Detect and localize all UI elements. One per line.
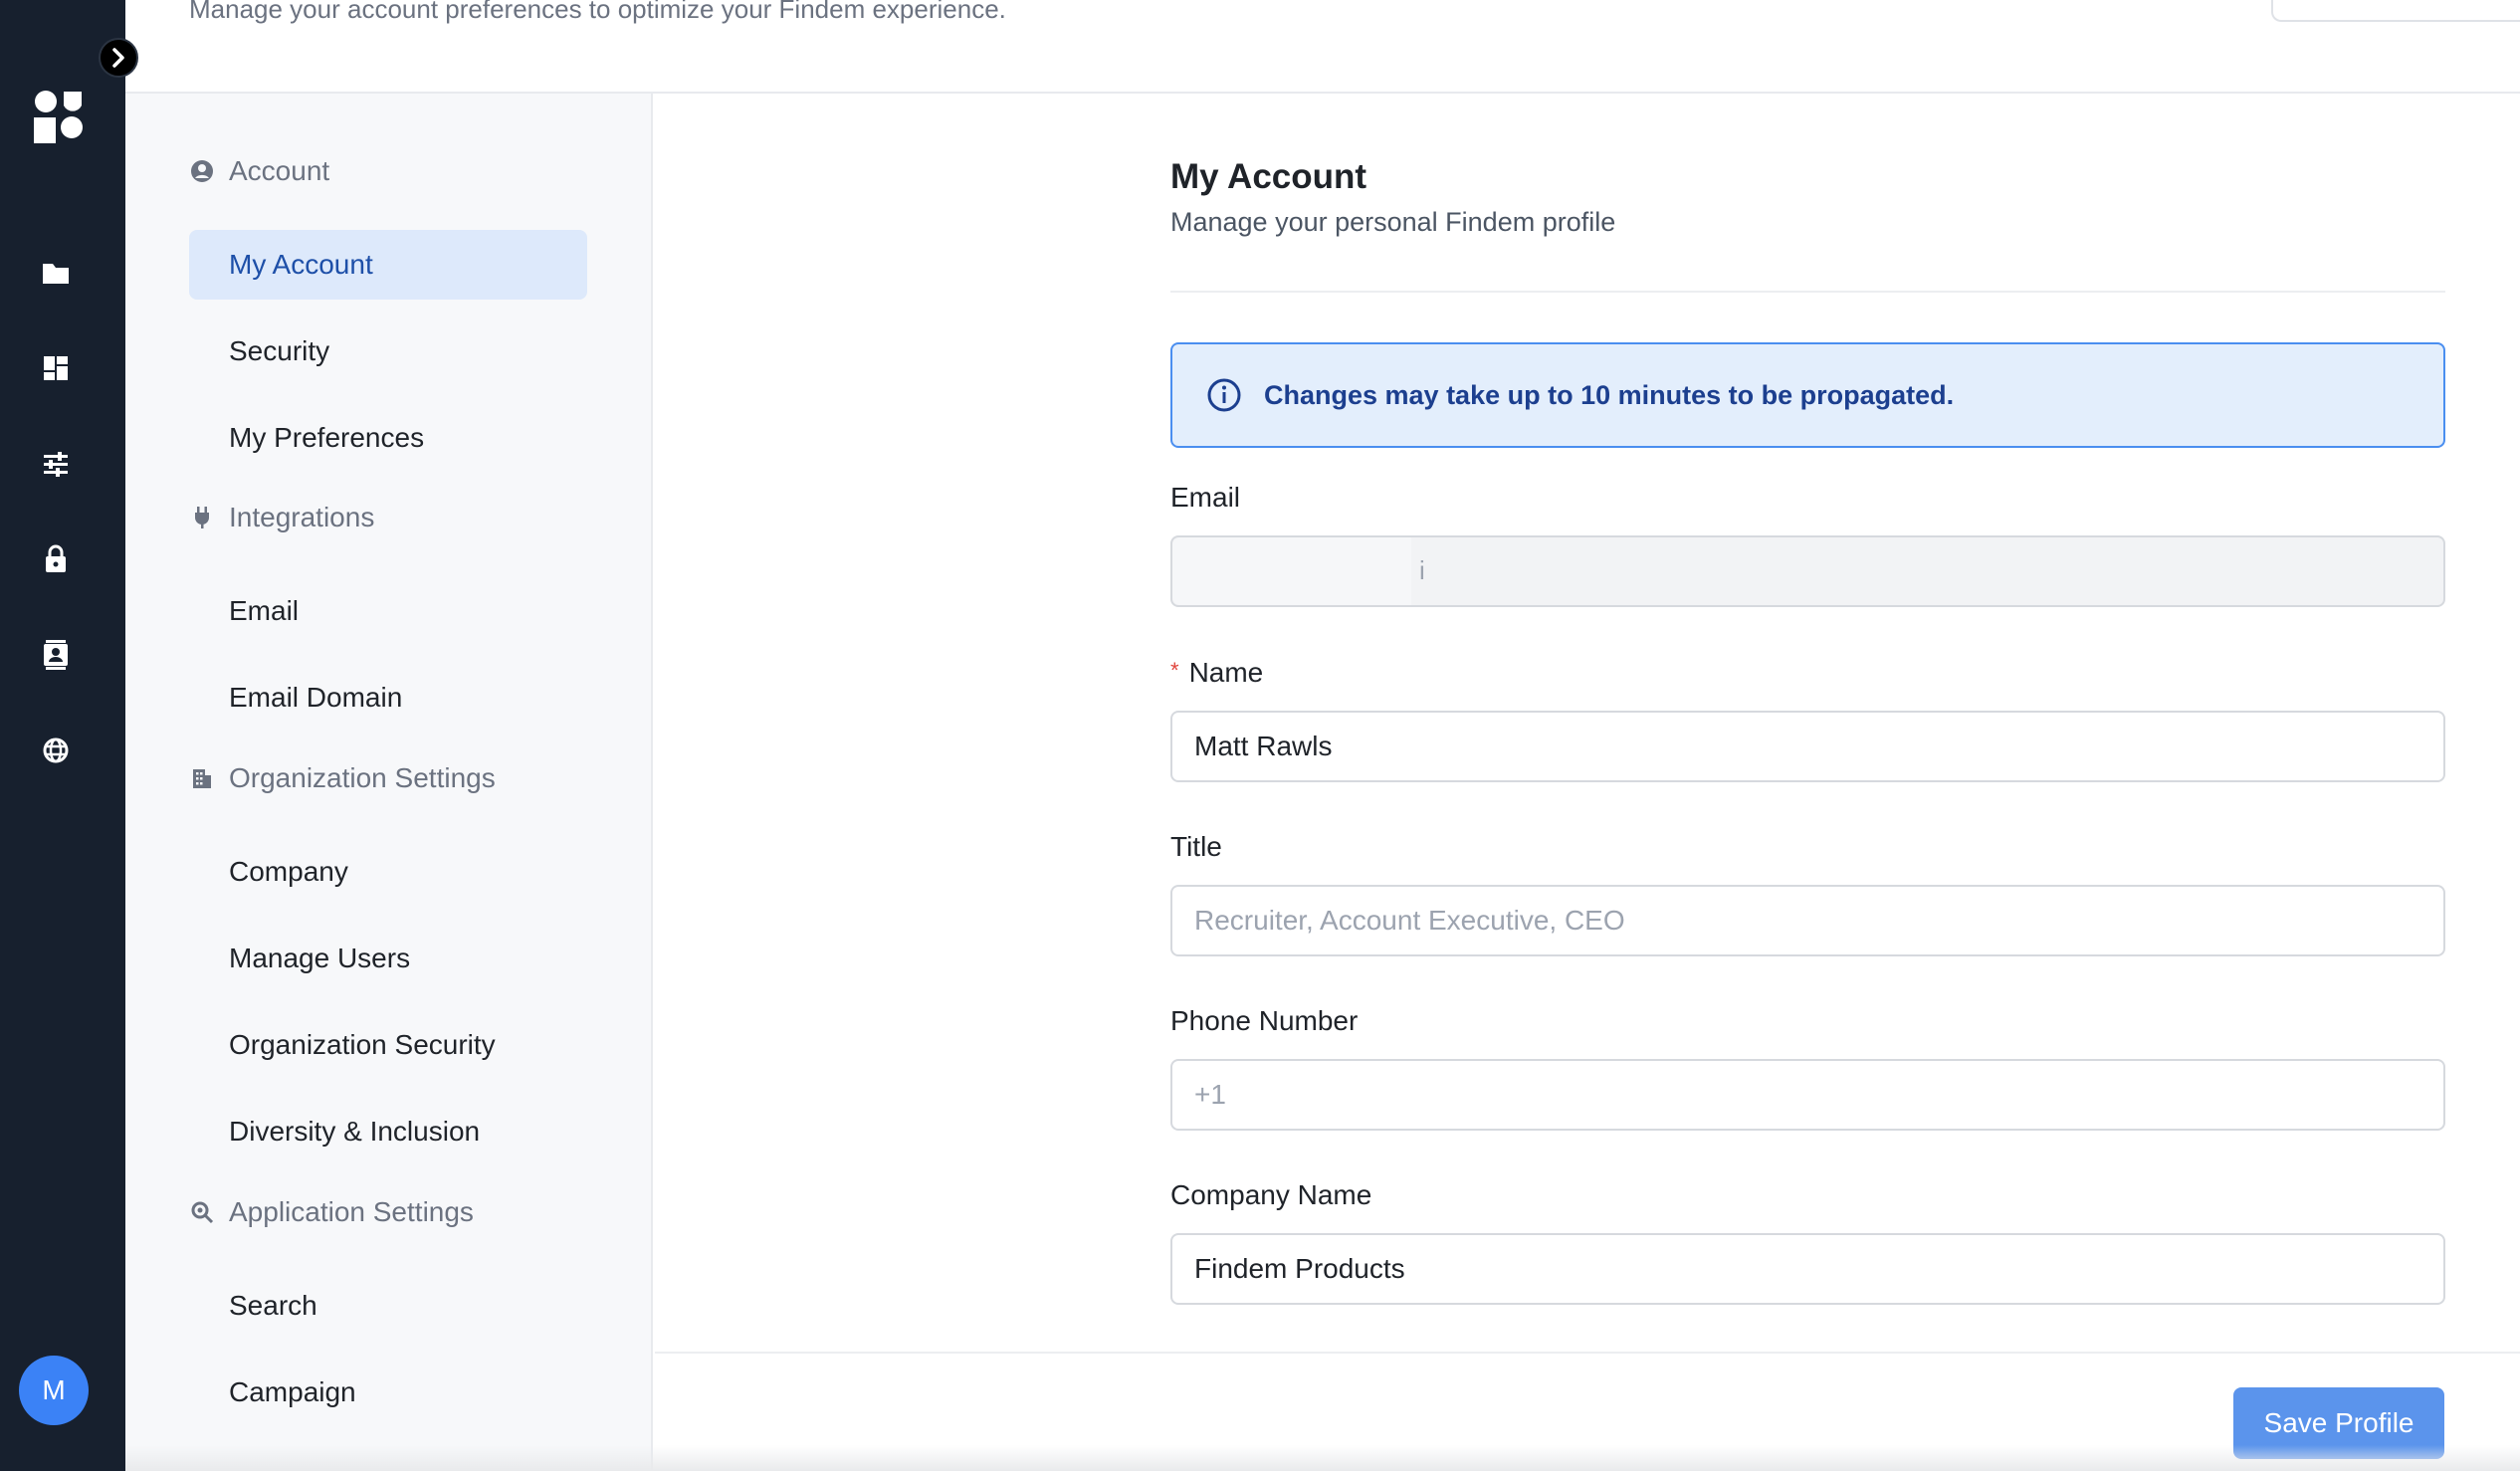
required-marker: * (1170, 658, 1179, 683)
name-field[interactable] (1170, 711, 2445, 782)
notice-text: Changes may take up to 10 minutes to be … (1264, 379, 1955, 410)
dashboard-icon[interactable] (38, 350, 74, 386)
nav-item-search[interactable]: Search (189, 1271, 587, 1341)
nav-item-security[interactable]: Security (189, 316, 587, 386)
nav-group-application-settings: Application Settings (189, 1196, 474, 1228)
page-subtitle: Manage your personal Findem profile (1170, 207, 1616, 237)
nav-group-label: Account (229, 155, 330, 186)
page-header-subtitle: Manage your account preferences to optim… (189, 0, 1006, 24)
nav-item-diversity-inclusion[interactable]: Diversity & Inclusion (189, 1097, 587, 1166)
name-label-text: Name (1188, 657, 1264, 688)
sliders-icon[interactable] (38, 446, 74, 482)
divider (1170, 291, 2445, 293)
main-content: My Account Manage your personal Findem p… (655, 94, 2520, 1352)
building-icon (189, 765, 215, 791)
nav-item-my-preferences[interactable]: My Preferences (189, 403, 587, 473)
search-settings-icon (189, 1199, 215, 1225)
nav-group-label: Application Settings (229, 1196, 474, 1227)
lock-icon[interactable] (38, 541, 74, 577)
company-name-label: Company Name (1170, 1179, 1372, 1210)
nav-item-my-account[interactable]: My Account (189, 230, 587, 300)
phone-number-field[interactable] (1170, 1059, 2445, 1131)
title-field[interactable] (1170, 885, 2445, 956)
nav-item-company[interactable]: Company (189, 837, 587, 907)
bottom-shadow (125, 1445, 2520, 1471)
user-avatar[interactable]: M (19, 1356, 89, 1425)
globe-icon[interactable] (38, 733, 74, 768)
info-icon (1207, 378, 1241, 412)
plug-icon (189, 505, 215, 530)
nav-item-campaign[interactable]: Campaign (189, 1358, 587, 1427)
info-notice: Changes may take up to 10 minutes to be … (1170, 342, 2445, 448)
findem-logo[interactable] (32, 90, 84, 145)
settings-sidebar: Account My Account Security My Preferenc… (125, 94, 653, 1471)
name-label: * Name (1170, 657, 1263, 689)
expand-rail-button[interactable] (99, 38, 138, 78)
contact-card-icon[interactable] (38, 637, 74, 673)
phone-label: Phone Number (1170, 1005, 1359, 1036)
nav-group-organization-settings: Organization Settings (189, 762, 496, 794)
nav-item-manage-users[interactable]: Manage Users (189, 924, 587, 993)
chevron-right-icon (112, 48, 124, 68)
nav-item-email[interactable]: Email (189, 576, 587, 646)
page-title: My Account (1170, 157, 1367, 196)
nav-item-organization-security[interactable]: Organization Security (189, 1010, 587, 1080)
page-header: Manage your account preferences to optim… (125, 0, 2520, 94)
nav-item-email-domain[interactable]: Email Domain (189, 663, 587, 733)
nav-group-label: Integrations (229, 502, 375, 532)
nav-group-integrations: Integrations (189, 502, 374, 533)
header-control[interactable] (2271, 0, 2520, 22)
email-label: Email (1170, 482, 1241, 513)
email-value: i (1419, 555, 1425, 585)
company-name-field[interactable] (1170, 1233, 2445, 1305)
email-redacted-block (1172, 537, 1411, 605)
user-circle-icon (189, 158, 215, 184)
title-label: Title (1170, 831, 1222, 862)
folder-icon[interactable] (38, 255, 74, 291)
nav-group-label: Organization Settings (229, 762, 496, 793)
app-rail: M (0, 0, 125, 1471)
nav-group-account: Account (189, 155, 329, 187)
